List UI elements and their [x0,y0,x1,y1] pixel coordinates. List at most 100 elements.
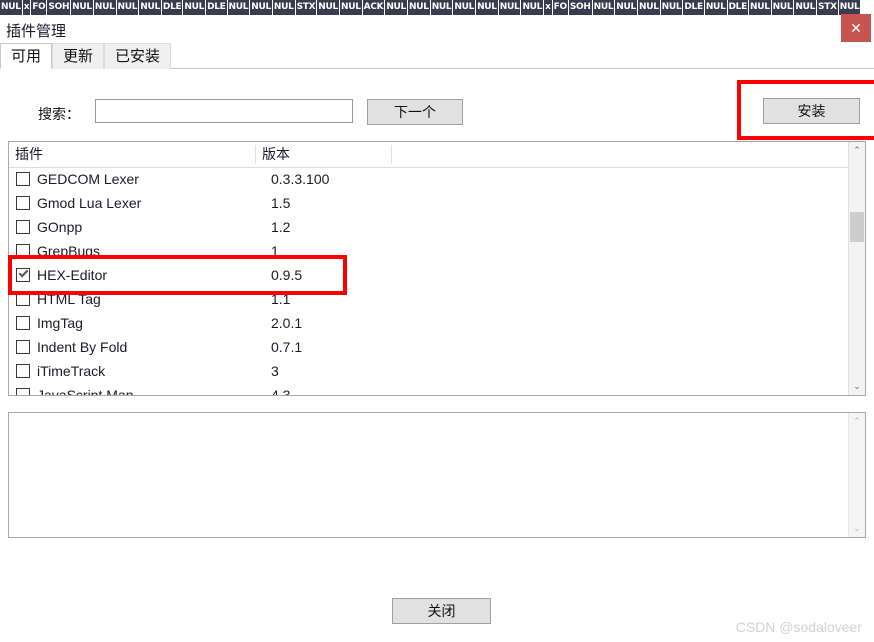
close-icon[interactable]: ✕ [841,14,871,42]
control-char-glyph: NUL [748,0,771,15]
row-checkbox[interactable] [16,196,30,210]
plugin-admin-dialog: 插件管理 ✕ 可用 更新 已安装 搜索： 下一个 安装 插件 版本 GEDCOM L… [0,14,874,642]
desc-scroll-up-icon[interactable]: ⌃ [849,413,865,430]
plugin-version: 1 [271,243,279,259]
control-char-glyph: NUL [385,0,407,15]
plugin-version: 0.7.1 [271,339,303,355]
row-checkbox[interactable] [16,388,30,395]
row-checkbox[interactable] [16,292,30,306]
plugin-name: HTML Tag [37,291,101,307]
control-char-glyph: NUL [498,0,521,15]
table-row[interactable]: HTML Tag 1.1 [9,288,849,312]
row-checkbox[interactable] [16,364,30,378]
table-row[interactable]: GEDCOM Lexer 0.3.3.100 [9,168,849,192]
search-input[interactable] [95,99,353,123]
plugin-name: JavaScript Map [37,387,134,396]
control-char-glyph: NUL [453,0,476,15]
table-row[interactable]: Gmod Lua Lexer 1.5 [9,192,849,216]
plugin-name: HEX-Editor [37,267,108,283]
plugin-version: 1.2 [271,219,291,235]
control-char-glyph: NUL [660,0,683,15]
control-char-glyph: ACK [362,0,385,15]
scroll-down-icon[interactable]: ⌄ [849,378,865,395]
tab-2[interactable]: 已安装 [104,43,172,69]
tab-label: 更新 [63,48,94,65]
table-row[interactable]: Indent By Fold 0.7.1 [9,336,849,360]
control-char-glyph: SOH [47,0,71,15]
row-checkbox[interactable] [16,244,30,258]
control-char-glyph: x [22,0,31,15]
dialog-titlebar: 插件管理 ✕ [0,14,874,43]
install-button[interactable]: 安装 [763,98,860,124]
table-row[interactable]: ImgTag 2.0.1 [9,312,849,336]
control-char-glyph: NUL [408,0,430,15]
plugin-name: iTimeTrack [37,363,106,379]
plugin-version: 1.5 [271,195,291,211]
control-char-glyph: FO [552,0,568,15]
control-char-glyph: NUL [794,0,817,15]
control-char-glyph: DLE [161,0,183,15]
scroll-up-icon[interactable]: ⌃ [849,142,865,159]
plugin-list-panel: 插件 版本 GEDCOM Lexer 0.3.3.100 Gmod Lua Lexe… [8,141,866,396]
scrollbar-thumb[interactable] [850,212,864,242]
control-char-glyph: FO [31,0,47,15]
hex-dump-strip: NUL x FO SOH NUL NUL NUL NUL DLE NUL DLE NUL NUL NUL S… [0,0,874,15]
control-char-glyph: STX [817,0,838,15]
row-checkbox[interactable] [16,268,30,282]
table-row[interactable]: JavaScript Map 4.3 [9,384,849,396]
column-header-extra[interactable] [392,142,832,167]
plugin-version: 4.3 [271,387,291,396]
table-row[interactable]: GOnpp 1.2 [9,216,849,240]
control-char-glyph: DLE [206,0,227,15]
row-checkbox[interactable] [16,340,30,354]
plugin-name: GOnpp [37,219,83,235]
dialog-title: 插件管理 [6,23,67,40]
description-scrollbar[interactable]: ⌃ ⌄ [848,413,865,537]
tab-strip: 可用 更新 已安装 [0,43,874,69]
control-char-glyph: STX [295,0,317,15]
control-char-glyph: x [544,0,552,15]
control-char-glyph: NUL [272,0,295,15]
control-char-glyph: NUL [615,0,637,15]
table-row[interactable]: HEX-Editor 0.9.5 [9,264,849,288]
control-char-glyph: NUL [116,0,139,15]
control-char-glyph: SOH [568,0,592,15]
close-dialog-button[interactable]: 关闭 [392,598,491,624]
control-char-glyph: DLE [727,0,748,15]
control-char-glyph: NUL [430,0,453,15]
next-button[interactable]: 下一个 [367,99,463,125]
plugin-name: GrepBugs [37,243,101,259]
row-checkbox[interactable] [16,220,30,234]
plugin-version: 0.3.3.100 [271,171,330,187]
plugin-name: Gmod Lua Lexer [37,195,142,211]
control-char-glyph: NUL [704,0,727,15]
column-header-plugin[interactable]: 插件 [9,142,255,167]
control-char-glyph: NUL [93,0,116,15]
table-row[interactable]: GrepBugs 1 [9,240,849,264]
control-char-glyph: NUL [250,0,272,15]
plugin-list-scrollbar[interactable]: ⌃ ⌄ [848,142,865,395]
table-row[interactable]: iTimeTrack 3 [9,360,849,384]
control-char-glyph: NUL [637,0,660,15]
plugin-version: 0.9.5 [271,267,303,283]
tab-label: 已安装 [115,48,161,65]
watermark: CSDN @sodaloveer [735,619,862,635]
plugin-name: GEDCOM Lexer [37,171,139,187]
row-checkbox[interactable] [16,172,30,186]
plugin-version: 2.0.1 [271,315,303,331]
column-header-version[interactable]: 版本 [256,142,391,167]
control-char-glyph: NUL [838,0,861,15]
row-checkbox[interactable] [16,316,30,330]
control-char-glyph: NUL [227,0,250,15]
control-char-glyph: DLE [683,0,704,15]
plugin-description-panel[interactable]: ⌃ ⌄ [8,412,866,538]
desc-scroll-down-icon[interactable]: ⌄ [849,520,865,537]
tab-0[interactable]: 可用 [0,43,53,69]
control-char-glyph: NUL [183,0,206,15]
control-char-glyph: NUL [771,0,794,15]
plugin-list-rows: GEDCOM Lexer 0.3.3.100 Gmod Lua Lexer 1.5 GO… [9,168,849,396]
search-label: 搜索： [38,106,80,122]
plugin-list-header: 插件 版本 [9,142,865,168]
tab-1[interactable]: 更新 [52,43,105,69]
control-char-glyph: NUL [71,0,93,15]
